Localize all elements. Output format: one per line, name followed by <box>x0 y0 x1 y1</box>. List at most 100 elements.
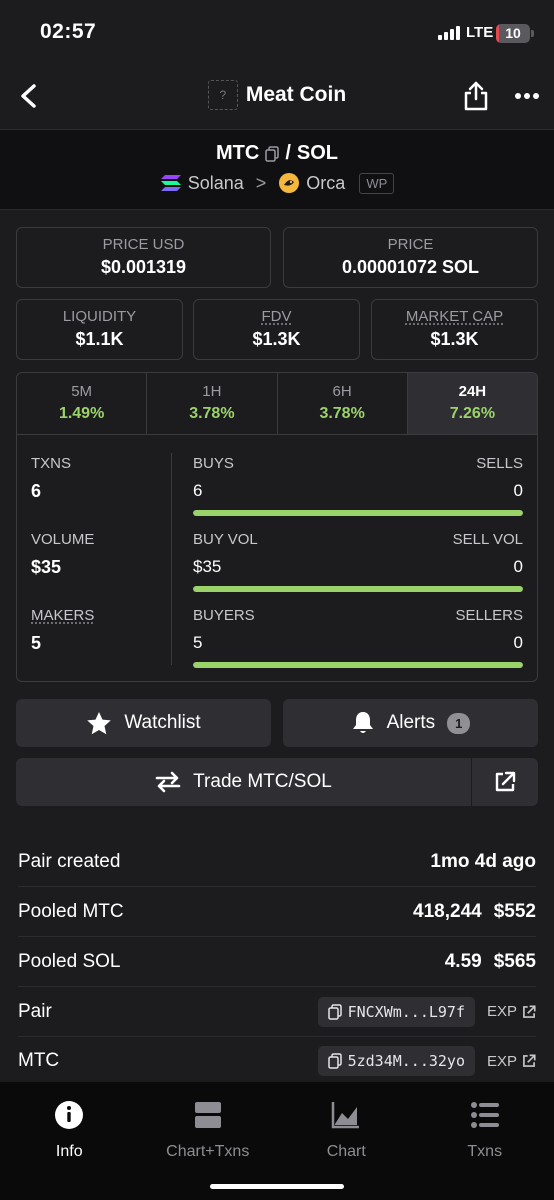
buyers-value: 5 <box>193 633 203 652</box>
market-cap-value: $1.3K <box>430 329 479 349</box>
pooled-quote-row: Pooled SOL 4.59 $565 <box>18 937 536 987</box>
coin-logo-placeholder: ? <box>207 80 238 110</box>
battery-level: 10 <box>505 25 521 41</box>
share-icon[interactable] <box>461 80 491 112</box>
volume-bar <box>193 586 523 592</box>
token-address-value: 5zd34M...32yo <box>347 1052 465 1070</box>
price-native-value: 0.00001072 SOL <box>341 257 480 277</box>
buyers-label: BUYERS <box>193 607 255 624</box>
pair-header: MTC / SOL Solana > Orca WP <box>0 130 554 210</box>
pair-line: MTC / SOL <box>0 142 554 165</box>
pair-address-copy[interactable]: FNCXWm...L97f <box>317 996 475 1027</box>
buy-vol-value: $35 <box>193 557 222 576</box>
list-icon <box>470 1102 499 1128</box>
txns-row: TXNS 6 BUYS SELLS 6 0 <box>17 455 537 531</box>
orca-icon <box>279 173 300 193</box>
tab-chart[interactable]: Chart <box>277 1082 416 1200</box>
alerts-count-badge: 1 <box>447 712 471 734</box>
tab-change: 3.78% <box>319 405 365 422</box>
tab-chart-label: Chart <box>326 1143 366 1160</box>
copy-icon <box>327 1003 342 1020</box>
info-icon <box>55 1101 84 1129</box>
watchlist-label: Watchlist <box>124 712 201 733</box>
tab-6h[interactable]: 6H 3.78% <box>278 373 408 434</box>
buy-vol-label: BUY VOL <box>193 531 258 548</box>
whitepaper-tag[interactable]: WP <box>359 172 395 194</box>
pooled-base-usd: $552 <box>493 900 536 922</box>
chain-line: Solana > Orca WP <box>0 172 554 194</box>
exp-label: EXP <box>486 1003 517 1020</box>
token-address-label: MTC <box>18 1050 60 1071</box>
chain-name[interactable]: Solana <box>188 173 244 194</box>
status-bar: 02:57 LTE 10 <box>0 0 554 60</box>
sells-value: 0 <box>513 481 523 500</box>
token-explorer-link[interactable]: EXP <box>487 1053 536 1070</box>
volume-value: $35 <box>31 557 62 577</box>
nav-bar: ? Meat Coin <box>0 60 554 130</box>
volume-row: VOLUME $35 BUY VOL SELL VOL $35 0 <box>17 531 537 607</box>
more-icon[interactable] <box>514 92 540 100</box>
swap-arrows-icon <box>155 771 181 793</box>
market-cap-box[interactable]: MARKET CAP $1.3K <box>371 299 538 360</box>
buys-value: 6 <box>193 481 203 500</box>
tab-24h[interactable]: 24H 7.26% <box>407 373 537 434</box>
pair-address-value: FNCXWm...L97f <box>347 1002 465 1021</box>
sells-label: SELLS <box>476 455 523 472</box>
tab-5m[interactable]: 5M 1.49% <box>17 373 148 434</box>
tab-chart-txns[interactable]: Chart+Txns <box>139 1082 278 1200</box>
chart-txns-icon <box>194 1102 221 1128</box>
tab-label: 6H <box>332 383 352 400</box>
copy-icon <box>327 1053 342 1069</box>
external-link-icon <box>495 771 516 792</box>
tab-change: 3.78% <box>189 405 235 422</box>
signal-icon <box>438 26 460 40</box>
market-cap-label: MARKET CAP <box>405 308 504 325</box>
liquidity-label: LIQUIDITY <box>62 308 137 325</box>
pair-address-row: Pair FNCXWm...L97f EXP <box>18 987 536 1037</box>
breadcrumb-chevron: > <box>255 172 267 193</box>
copy-icon[interactable] <box>265 145 280 162</box>
stats-panel: 5M 1.49% 1H 3.78% 6H 3.78% 24H 7.26% TXN… <box>16 372 538 682</box>
trade-button[interactable]: Trade MTC/SOL <box>16 758 471 806</box>
price-usd-label: PRICE USD <box>102 236 185 253</box>
buys-sells-bar <box>193 510 523 516</box>
token-address-row: MTC 5zd34M...32yo EXP <box>18 1036 536 1086</box>
tab-info-label: Info <box>55 1143 83 1160</box>
solana-icon <box>160 175 181 191</box>
pooled-quote-amount: 4.59 <box>444 950 482 972</box>
fdv-box[interactable]: FDV $1.3K <box>193 299 360 360</box>
tab-change: 7.26% <box>449 405 496 422</box>
external-link-icon <box>523 1004 536 1018</box>
makers-value: 5 <box>31 633 42 653</box>
token-address-copy[interactable]: 5zd34M...32yo <box>317 1046 475 1076</box>
exp-label: EXP <box>486 1052 517 1070</box>
sellers-value: 0 <box>513 633 523 652</box>
page-title: Meat Coin <box>245 83 347 106</box>
chart-icon <box>332 1102 360 1129</box>
tab-chart-txns-label: Chart+Txns <box>166 1143 250 1160</box>
tab-info[interactable]: Info <box>0 1082 139 1200</box>
tab-txns[interactable]: Txns <box>416 1082 554 1200</box>
buys-label: BUYS <box>193 455 234 472</box>
volume-label: VOLUME <box>31 531 95 548</box>
pair-separator: / <box>285 142 291 164</box>
quote-symbol: SOL <box>296 142 338 164</box>
makers-label[interactable]: MAKERS <box>31 607 94 624</box>
tab-1h[interactable]: 1H 3.78% <box>147 373 278 434</box>
trade-external-button[interactable] <box>472 758 538 806</box>
timeframe-tabs: 5M 1.49% 1H 3.78% 6H 3.78% 24H 7.26% <box>17 373 537 435</box>
fdv-value: $1.3K <box>252 329 301 349</box>
tab-txns-label: Txns <box>467 1143 503 1160</box>
pooled-quote-label: Pooled SOL <box>18 950 121 972</box>
watchlist-button[interactable]: Watchlist <box>16 699 271 747</box>
pair-created-row: Pair created 1mo 4d ago <box>18 837 536 887</box>
pooled-base-amount: 418,244 <box>413 900 482 922</box>
sellers-label: SELLERS <box>455 607 523 624</box>
pooled-quote-usd: $565 <box>493 950 536 972</box>
star-icon <box>87 711 112 734</box>
dex-name[interactable]: Orca <box>306 173 345 194</box>
network-label: LTE <box>466 24 494 41</box>
pair-explorer-link[interactable]: EXP <box>487 1003 536 1020</box>
liquidity-box: LIQUIDITY $1.1K <box>16 299 183 360</box>
alerts-button[interactable]: Alerts 1 <box>283 699 538 747</box>
